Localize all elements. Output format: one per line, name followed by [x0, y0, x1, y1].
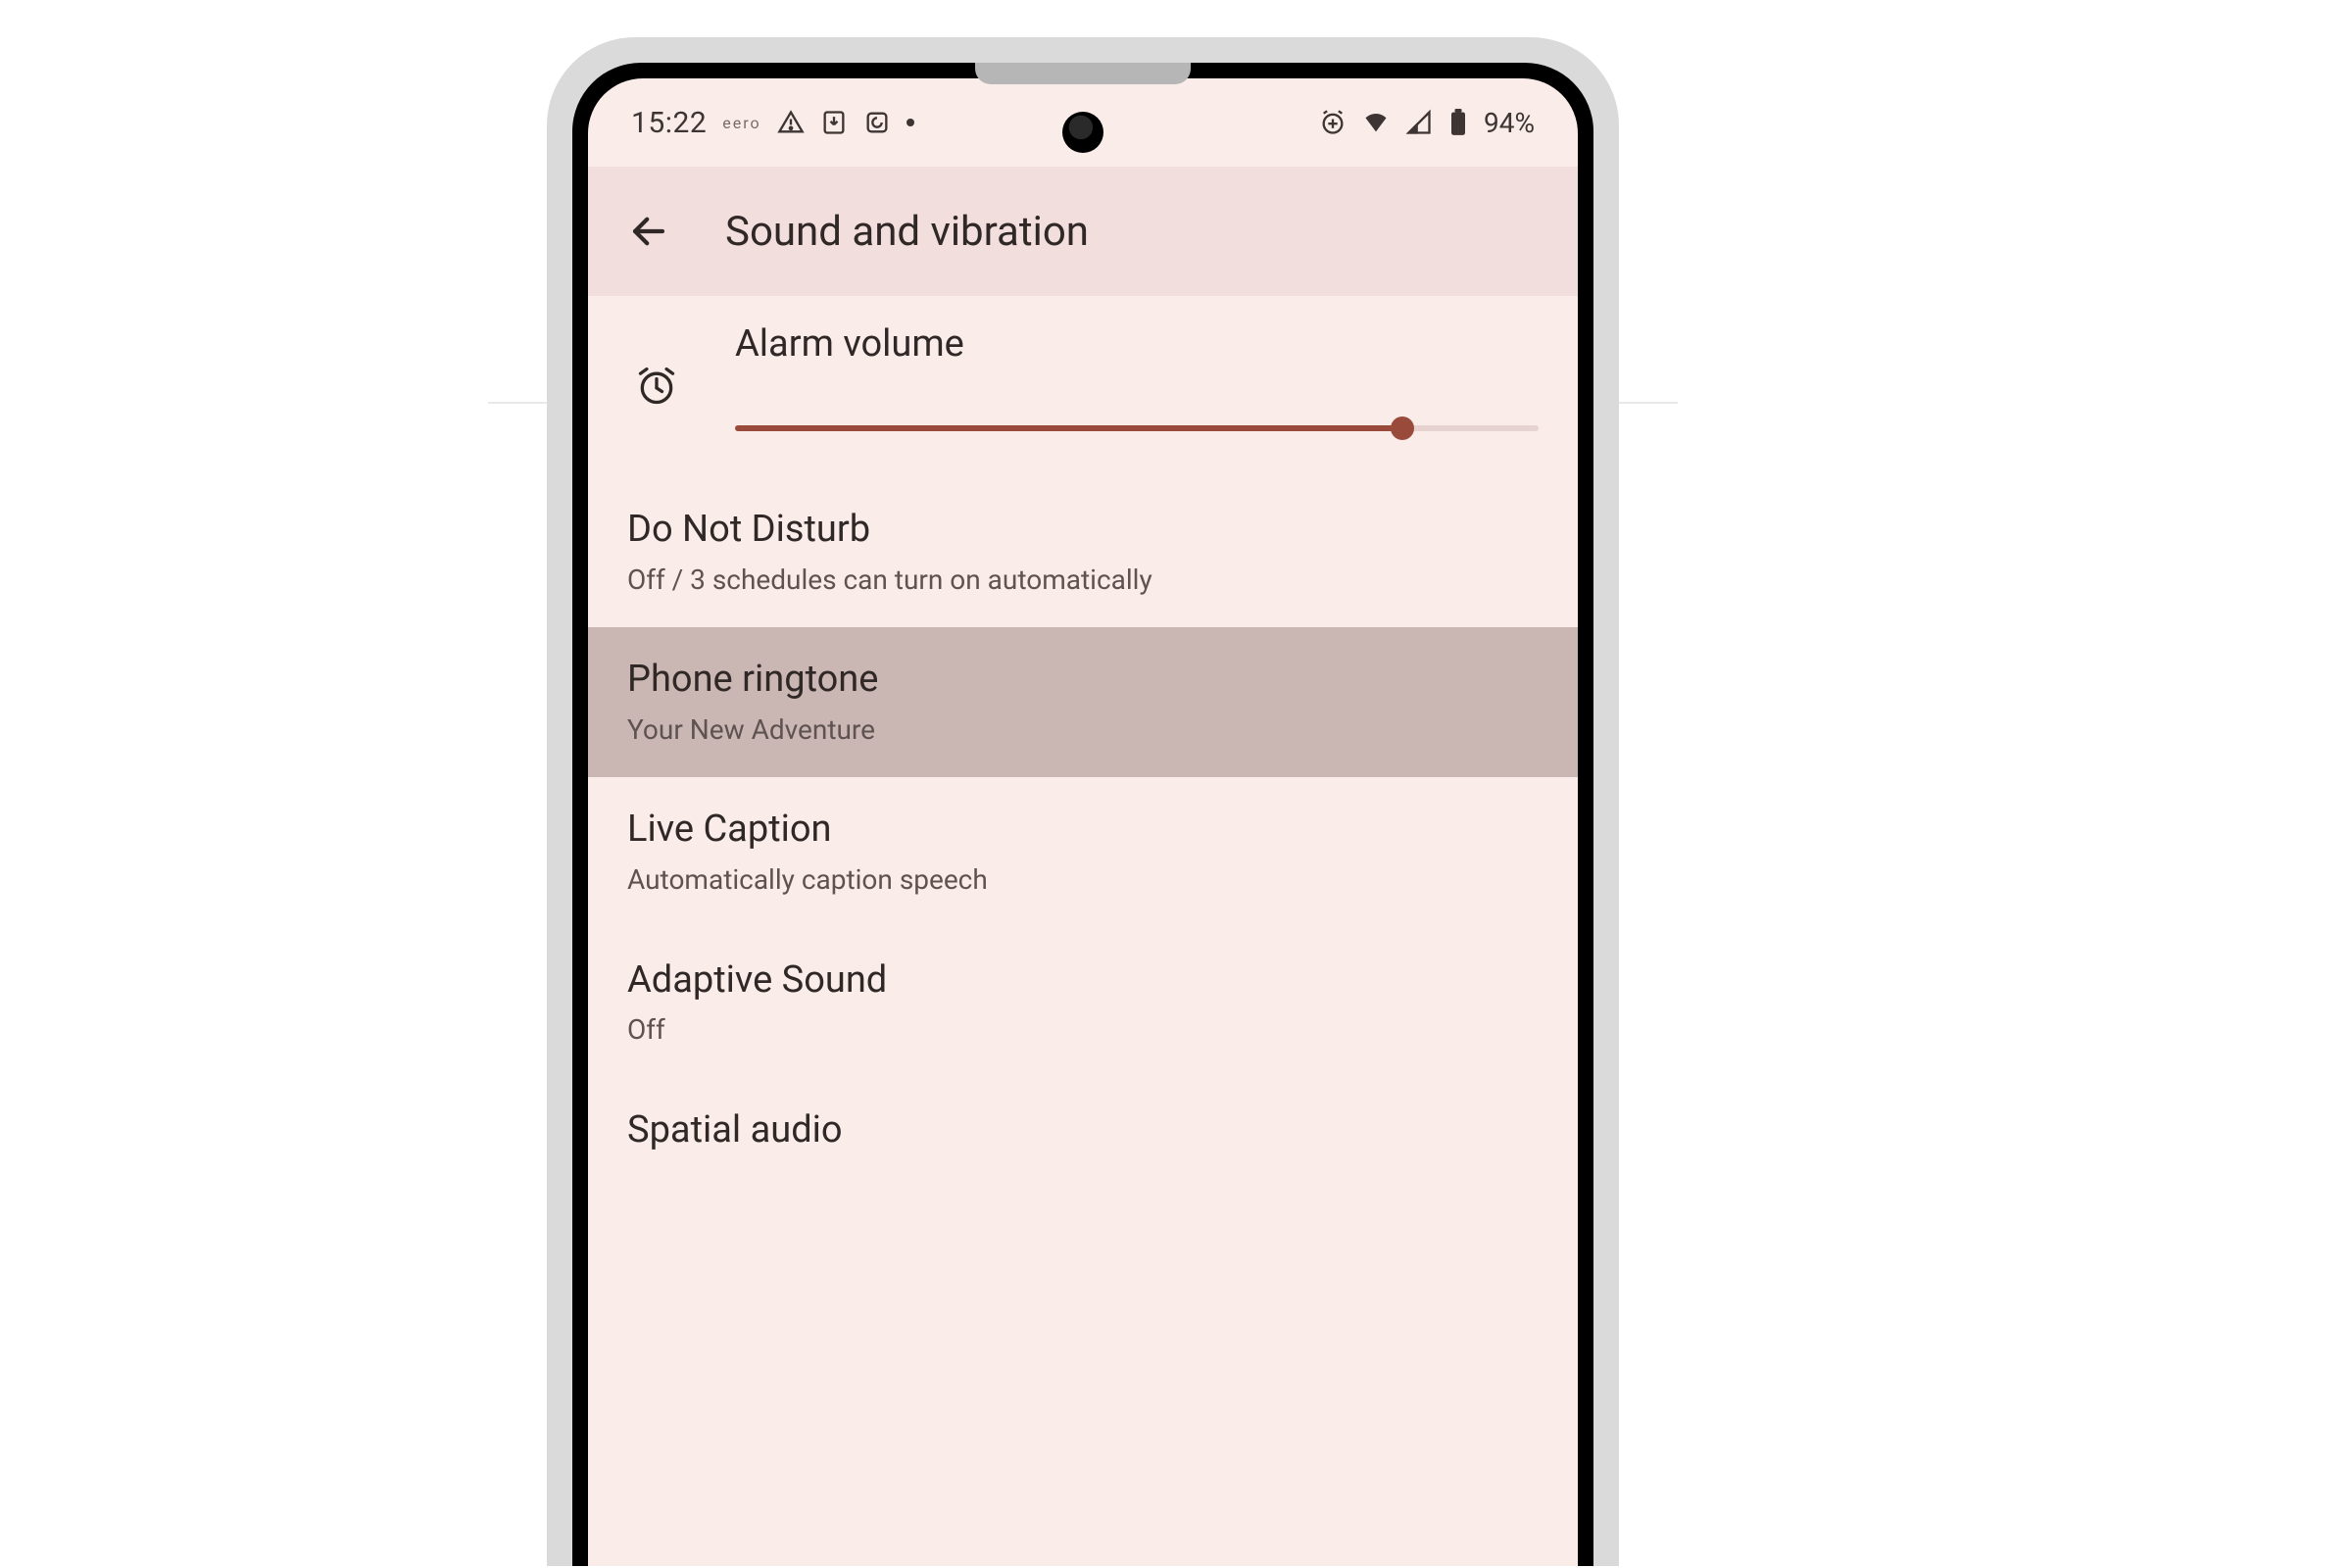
- alarm-volume-row: Alarm volume: [588, 296, 1578, 477]
- alarm-volume-label: Alarm volume: [735, 319, 1539, 369]
- arrow-left-icon: [628, 211, 669, 252]
- cellular-signal-icon: [1405, 109, 1433, 136]
- phone-frame: 15:22 eero: [547, 37, 1619, 1566]
- warning-triangle-icon: [777, 109, 805, 136]
- app-bar: Sound and vibration: [588, 167, 1578, 296]
- settings-row-phone-ringtone[interactable]: Phone ringtone Your New Adventure: [588, 627, 1578, 777]
- row-subtitle: Automatically caption speech: [627, 861, 1539, 899]
- row-title: Adaptive Sound: [627, 956, 1539, 1005]
- app-square-icon: [863, 109, 891, 136]
- phone-bezel: 15:22 eero: [572, 63, 1593, 1566]
- phone-speaker: [975, 63, 1191, 84]
- status-carrier: eero: [722, 114, 760, 132]
- back-button[interactable]: [619, 202, 678, 261]
- row-subtitle: Your New Adventure: [627, 711, 1539, 749]
- decorative-line: [488, 402, 547, 404]
- status-battery-pct: 94%: [1484, 107, 1535, 139]
- settings-list: Alarm volume Do Not Disturb Off / 3 sche…: [588, 296, 1578, 1185]
- page-title: Sound and vibration: [725, 208, 1089, 256]
- settings-row-do-not-disturb[interactable]: Do Not Disturb Off / 3 schedules can tur…: [588, 477, 1578, 627]
- wifi-icon: [1362, 109, 1390, 136]
- settings-row-adaptive-sound[interactable]: Adaptive Sound Off: [588, 928, 1578, 1078]
- alarm-volume-slider[interactable]: [735, 418, 1539, 438]
- settings-row-spatial-audio[interactable]: Spatial audio: [588, 1078, 1578, 1185]
- screen: 15:22 eero: [588, 78, 1578, 1566]
- status-time: 15:22: [631, 106, 707, 140]
- row-title: Live Caption: [627, 805, 1539, 855]
- row-subtitle: Off / 3 schedules can turn on automatica…: [627, 562, 1539, 599]
- row-title: Phone ringtone: [627, 655, 1539, 705]
- slider-fill: [735, 425, 1402, 431]
- row-title: Do Not Disturb: [627, 505, 1539, 555]
- download-icon: [820, 109, 848, 136]
- add-alarm-icon: [1319, 109, 1347, 136]
- battery-icon: [1448, 109, 1468, 136]
- row-subtitle: Off: [627, 1011, 1539, 1049]
- decorative-line: [1619, 402, 1678, 404]
- slider-thumb[interactable]: [1391, 416, 1414, 440]
- front-camera: [1062, 112, 1103, 153]
- settings-row-live-caption[interactable]: Live Caption Automatically caption speec…: [588, 777, 1578, 927]
- status-overflow-dot-icon: [906, 119, 914, 126]
- alarm-icon: [627, 365, 686, 408]
- row-title: Spatial audio: [627, 1105, 1539, 1155]
